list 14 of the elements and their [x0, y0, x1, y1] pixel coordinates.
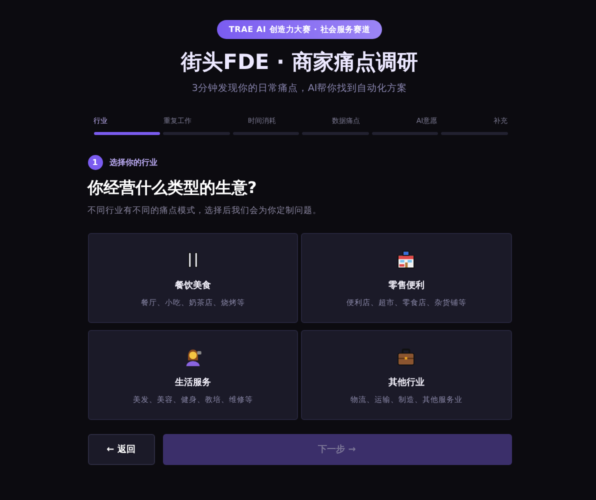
card-title: 零售便利	[388, 279, 424, 292]
card-title: 其他行业	[388, 376, 424, 389]
step-label: 选择你的行业	[110, 157, 158, 168]
page-subtitle: 3分钟发现你的日常痛点，AI帮你找到自动化方案	[192, 82, 408, 95]
page-title: 街头FDE · 商家痛点调研	[181, 49, 418, 76]
question-hint: 不同行业有不同的痛点模式，选择后我们会为你定制问题。	[88, 205, 322, 217]
back-button[interactable]: ← 返回	[88, 434, 154, 465]
card-title: 生活服务	[174, 376, 211, 389]
card-title: 餐饮美食	[174, 279, 211, 292]
briefcase-icon	[396, 347, 416, 367]
store-icon	[396, 250, 416, 270]
event-badge: TRAE AI 创造力大赛 · 社会服务赛道	[216, 20, 382, 39]
question-heading: 你经营什么类型的生意?	[88, 178, 258, 199]
step-number: 1	[88, 155, 102, 170]
